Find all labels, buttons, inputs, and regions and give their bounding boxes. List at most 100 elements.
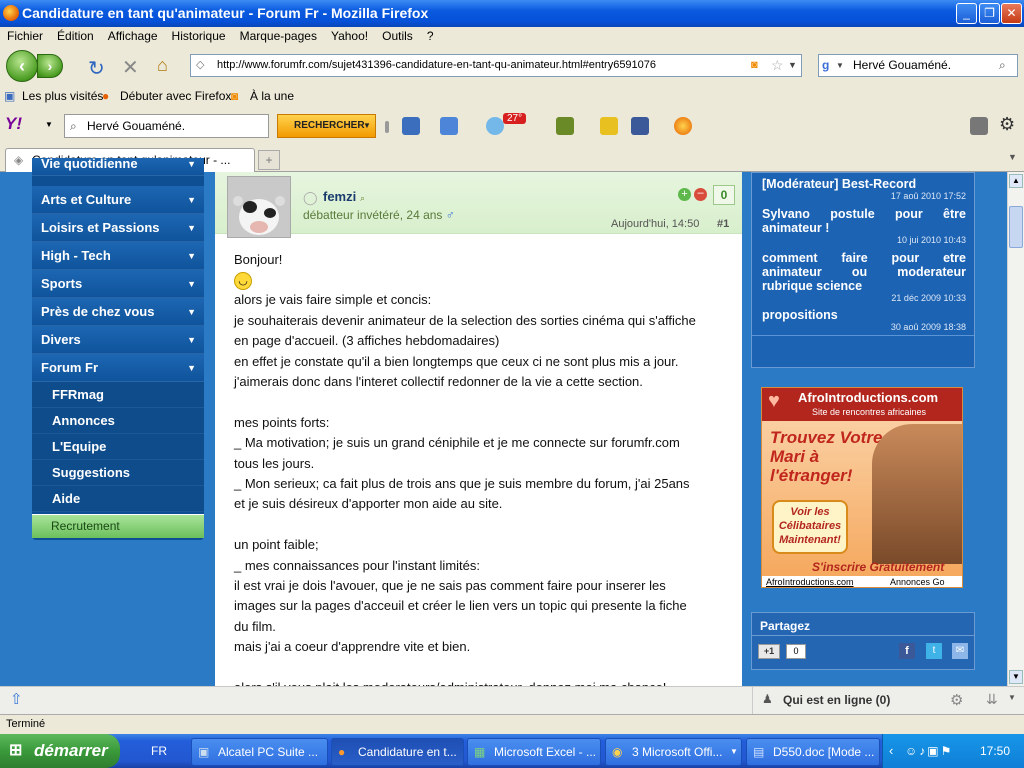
yahoo-search-input[interactable]: ⌕ Hervé Gouaméné. — [64, 114, 269, 138]
reload-icon[interactable]: ↻ — [88, 56, 105, 81]
facebook-icon[interactable] — [631, 117, 649, 135]
sidebar-item-loisirs[interactable]: Loisirs et Passions ▼ — [32, 214, 204, 242]
sidebar-item-pres[interactable]: Près de chez vous ▼ — [32, 298, 204, 326]
puzzle-icon[interactable] — [556, 117, 574, 135]
close-button[interactable]: ✕ — [1001, 3, 1022, 24]
home-icon[interactable]: ⌂ — [157, 55, 168, 76]
bookmark-headlines[interactable]: À la une — [250, 89, 294, 103]
email-share-icon[interactable]: ✉ — [952, 643, 968, 659]
profile-link-icon[interactable]: ⌕ — [360, 193, 365, 204]
scrollbar-thumb[interactable] — [1009, 206, 1023, 248]
task-office-group[interactable]: ◉ 3 Microsoft Offi... ▼ — [605, 738, 742, 766]
settings-gear-icon[interactable]: ⚙ — [950, 691, 963, 709]
search-input[interactable]: Hervé Gouaméné. — [853, 58, 951, 72]
maximize-button[interactable]: ❐ — [979, 3, 1000, 24]
clock[interactable]: 17:50 — [980, 744, 1010, 758]
tray-expand-icon[interactable]: ‹ — [889, 734, 893, 768]
url-bar[interactable]: ◇ http://www.forumfr.com/sujet431396-can… — [190, 54, 802, 77]
back-button[interactable]: ‹ — [6, 50, 38, 82]
weather-icon[interactable] — [486, 117, 504, 135]
related-topic-title[interactable]: propositions — [762, 308, 966, 322]
bookmark-star-icon[interactable]: ☆ — [771, 55, 784, 76]
related-topic-title[interactable]: [Modérateur] Best-Record — [762, 177, 966, 191]
stop-icon[interactable]: ✕ — [122, 55, 139, 80]
sidebar-item-sports[interactable]: Sports ▼ — [32, 270, 204, 298]
sidebar-item-partial[interactable]: Vie quotidienne ▼ — [32, 157, 204, 176]
bookmarks-toolbar-icon[interactable] — [402, 117, 420, 135]
menu-help[interactable]: ? — [420, 27, 441, 43]
search-engine-dropdown-icon[interactable]: ▼ — [836, 55, 844, 76]
related-topic[interactable]: comment faire pour etre animateur ou mod… — [752, 248, 974, 307]
rep-minus-icon[interactable]: – — [694, 188, 707, 201]
tray-icons[interactable]: ☺♪▣⚑ — [905, 734, 953, 768]
related-topic-title[interactable]: comment faire pour etre animateur ou mod… — [762, 251, 966, 293]
tab-list-dropdown-icon[interactable]: ▼ — [1008, 152, 1017, 162]
sidebar-subitem-aide[interactable]: Aide — [32, 486, 204, 512]
scroll-down-icon[interactable]: ▼ — [1008, 693, 1016, 702]
advertisement[interactable]: ♥ AfroIntroductions.com Site de rencontr… — [761, 387, 963, 588]
search-bar[interactable]: g ▼ Hervé Gouaméné. ⌕ — [818, 54, 1018, 77]
task-excel[interactable]: ▦ Microsoft Excel - ... — [467, 738, 601, 766]
minimize-button[interactable]: _ — [956, 3, 977, 24]
ebay-icon[interactable] — [600, 117, 618, 135]
yahoo-menu-dropdown-icon[interactable]: ▼ — [45, 120, 53, 129]
url-dropdown-icon[interactable]: ▼ — [788, 55, 797, 76]
sidebar-item-forum-fr[interactable]: Forum Fr ▼ — [32, 354, 204, 382]
yahoo-search-button[interactable]: RECHERCHER ▼ — [277, 114, 376, 138]
firefox-icon[interactable] — [674, 117, 692, 135]
vertical-scrollbar[interactable]: ▲ ▼ — [1007, 172, 1024, 686]
sidebar-item-arts[interactable]: Arts et Culture ▼ — [32, 186, 204, 214]
site-identity-icon[interactable]: ◇ — [196, 55, 204, 76]
sidebar-item-high-tech[interactable]: High - Tech ▼ — [32, 242, 204, 270]
related-topic[interactable]: Sylvano postule pour être animateur ! 10… — [752, 204, 974, 249]
bookmark-most-visited[interactable]: Les plus visités — [22, 89, 103, 103]
menu-affichage[interactable]: Affichage — [101, 27, 165, 43]
task-firefox[interactable]: ● Candidature en t... — [331, 738, 464, 766]
search-icon[interactable]: ⌕ — [999, 55, 1006, 76]
menu-outils[interactable]: Outils — [375, 27, 420, 43]
mail-icon[interactable] — [440, 117, 458, 135]
ad-footer-link[interactable]: AfroIntroductions.com — [766, 576, 854, 587]
ad-signup[interactable]: S'inscrire Gratuitement — [812, 560, 944, 574]
related-topic[interactable]: propositions 30 aoû 2009 18:38 — [752, 305, 974, 336]
yahoo-logo-icon[interactable]: Y! — [5, 114, 22, 134]
sidebar-subitem-annonces[interactable]: Annonces — [32, 408, 204, 434]
rep-plus-icon[interactable]: + — [678, 188, 691, 201]
back-to-top-icon[interactable]: ⇧ — [10, 690, 23, 708]
bookmark-getting-started[interactable]: Débuter avec Firefox — [120, 89, 231, 103]
new-tab-button[interactable]: + — [258, 150, 280, 170]
avatar[interactable] — [227, 176, 291, 238]
language-indicator[interactable]: FR — [151, 734, 167, 768]
task-alcatel[interactable]: ▣ Alcatel PC Suite ... — [191, 738, 328, 766]
post-author[interactable]: femzi — [323, 189, 356, 204]
post-number[interactable]: #1 — [717, 218, 729, 230]
menu-marque-pages[interactable]: Marque-pages — [233, 27, 324, 43]
related-topic[interactable]: [Modérateur] Best-Record 17 aoû 2010 17:… — [752, 174, 974, 205]
scroll-up-icon[interactable]: ▲ — [1009, 174, 1023, 188]
menu-yahoo[interactable]: Yahoo! — [324, 27, 375, 43]
sidebar-item-recrutement[interactable]: Recrutement — [32, 514, 204, 538]
task-word[interactable]: ▤ D550.doc [Mode ... — [746, 738, 880, 766]
menu-historique[interactable]: Historique — [165, 27, 233, 43]
ad-google-label[interactable]: Annonces Go — [890, 576, 945, 587]
facebook-share-icon[interactable]: f — [899, 643, 915, 659]
ad-cta-button[interactable]: Voir les Célibataires Maintenant! — [772, 500, 848, 554]
collapse-icon[interactable]: ⇊ — [986, 691, 998, 708]
list-icon[interactable] — [970, 117, 988, 135]
start-button[interactable]: ⊞ démarrer — [0, 734, 120, 768]
twitter-share-icon[interactable]: t — [926, 643, 942, 659]
gear-icon[interactable]: ⚙ — [999, 114, 1015, 135]
sidebar-item-divers[interactable]: Divers ▼ — [32, 326, 204, 354]
scroll-down-icon[interactable]: ▼ — [1009, 670, 1023, 684]
sidebar-subitem-ffrmag[interactable]: FFRmag — [32, 382, 204, 408]
related-topic-title[interactable]: Sylvano postule pour être animateur ! — [762, 207, 966, 235]
menu-edition[interactable]: Édition — [50, 27, 101, 43]
online-section[interactable]: ♟ Qui est en ligne (0) — [752, 687, 952, 714]
google-plus-one-button[interactable]: +1 — [758, 644, 780, 659]
forward-button[interactable]: › — [37, 54, 63, 78]
google-icon[interactable]: g — [822, 55, 829, 76]
rss-icon[interactable]: ◙ — [751, 55, 758, 76]
menu-fichier[interactable]: Fichier — [0, 27, 50, 43]
sidebar-subitem-suggestions[interactable]: Suggestions — [32, 460, 204, 486]
sidebar-subitem-equipe[interactable]: L'Equipe — [32, 434, 204, 460]
